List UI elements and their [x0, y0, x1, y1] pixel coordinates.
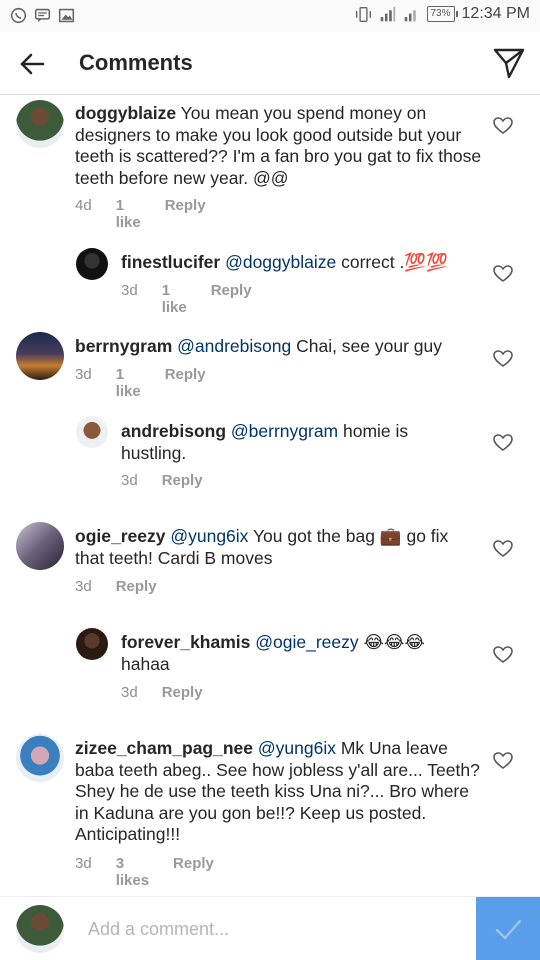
vibrate-icon	[355, 6, 371, 22]
comment-meta: 4d 1 like Reply	[75, 197, 230, 231]
comment-likes[interactable]: 1 like	[116, 197, 141, 231]
comment-text: finestlucifer @doggyblaize correct .💯💯	[121, 252, 481, 274]
mention-link[interactable]: @berrnygram	[231, 421, 338, 441]
system-icons: 73% 12:34 PM	[355, 5, 530, 23]
heart-icon[interactable]	[493, 752, 513, 770]
comment-age: 3d	[121, 684, 138, 701]
signal-icon	[380, 6, 395, 21]
heart-icon[interactable]	[493, 434, 513, 452]
comment-age: 3d	[75, 855, 92, 872]
comment-meta: 3d Reply	[121, 684, 227, 701]
page-title: Comments	[79, 50, 193, 75]
comment-username[interactable]: zizee_cham_pag_nee	[75, 738, 253, 758]
status-bar: 73% 12:34 PM	[0, 0, 540, 32]
heart-icon[interactable]	[493, 117, 513, 135]
comment-username[interactable]: forever_khamis	[121, 632, 250, 652]
mention-link[interactable]: @doggyblaize	[225, 252, 336, 272]
post-button[interactable]	[476, 897, 540, 960]
reply-button[interactable]: Reply	[165, 197, 206, 231]
notification-icons	[10, 7, 75, 24]
header: Comments	[0, 32, 540, 95]
reply-button[interactable]: Reply	[165, 366, 206, 400]
comment-text: doggyblaize You mean you spend money on …	[75, 103, 485, 189]
comment-username[interactable]: andrebisong	[121, 421, 226, 441]
heart-icon[interactable]	[493, 646, 513, 664]
comment-text: ogie_reezy @yung6ix You got the bag 💼 go…	[75, 526, 475, 569]
avatar[interactable]	[76, 628, 108, 660]
reply-button[interactable]: Reply	[162, 472, 203, 489]
send-icon[interactable]	[492, 46, 526, 80]
comment-meta: 3d 3 likes Reply	[75, 855, 238, 889]
comment-meta: 3d 1 like Reply	[121, 282, 276, 316]
current-user-avatar	[16, 905, 64, 953]
avatar[interactable]	[16, 332, 64, 380]
whatsapp-icon	[10, 7, 27, 24]
comment-body: Chai, see your guy	[291, 336, 443, 356]
comment-age: 3d	[121, 472, 138, 489]
mention-link[interactable]: @ogie_reezy	[255, 632, 358, 652]
comment-text: zizee_cham_pag_nee @yung6ix Mk Una leave…	[75, 738, 480, 846]
avatar[interactable]	[76, 248, 108, 280]
heart-icon[interactable]	[493, 350, 513, 368]
avatar[interactable]	[16, 100, 64, 148]
comment-meta: 3d Reply	[75, 578, 181, 595]
comment-username[interactable]: ogie_reezy	[75, 526, 165, 546]
battery-indicator: 73%	[426, 6, 458, 22]
comment-composer	[0, 896, 540, 960]
comment-username[interactable]: doggyblaize	[75, 103, 176, 123]
comment-likes[interactable]: 1 like	[162, 282, 187, 316]
heart-icon[interactable]	[493, 540, 513, 558]
comment-likes[interactable]: 3 likes	[116, 855, 149, 889]
reply-button[interactable]: Reply	[173, 855, 214, 889]
mention-link[interactable]: @yung6ix	[258, 738, 336, 758]
reply-button[interactable]: Reply	[211, 282, 252, 316]
message-icon	[34, 8, 51, 23]
comment-body: correct .💯💯	[336, 252, 448, 272]
reply-button[interactable]: Reply	[116, 578, 157, 595]
comment-likes[interactable]: 1 like	[116, 366, 141, 400]
comment-text: berrnygram @andrebisong Chai, see your g…	[75, 336, 485, 358]
avatar[interactable]	[76, 416, 108, 448]
mention-link[interactable]: @andrebisong	[177, 336, 291, 356]
signal-icon-2	[404, 9, 416, 21]
avatar[interactable]	[16, 734, 64, 782]
image-icon	[58, 8, 75, 23]
comment-meta: 3d Reply	[121, 472, 227, 489]
comment-age: 3d	[75, 578, 92, 595]
comment-text: forever_khamis @ogie_reezy 😂😂😂 hahaa	[121, 632, 451, 675]
comment-username[interactable]: berrnygram	[75, 336, 172, 356]
avatar[interactable]	[16, 522, 64, 570]
comment-age: 4d	[75, 197, 92, 214]
comment-input[interactable]	[88, 915, 458, 943]
comment-username[interactable]: finestlucifer	[121, 252, 220, 272]
comment-meta: 3d 1 like Reply	[75, 366, 230, 400]
reply-button[interactable]: Reply	[162, 684, 203, 701]
back-arrow-icon[interactable]	[18, 50, 46, 78]
comment-age: 3d	[121, 282, 138, 299]
heart-icon[interactable]	[493, 265, 513, 283]
comment-text: andrebisong @berrnygram homie is hustlin…	[121, 421, 451, 464]
comment-age: 3d	[75, 366, 92, 383]
checkmark-icon	[495, 919, 522, 940]
clock: 12:34 PM	[461, 5, 530, 22]
mention-link[interactable]: @yung6ix	[170, 526, 248, 546]
